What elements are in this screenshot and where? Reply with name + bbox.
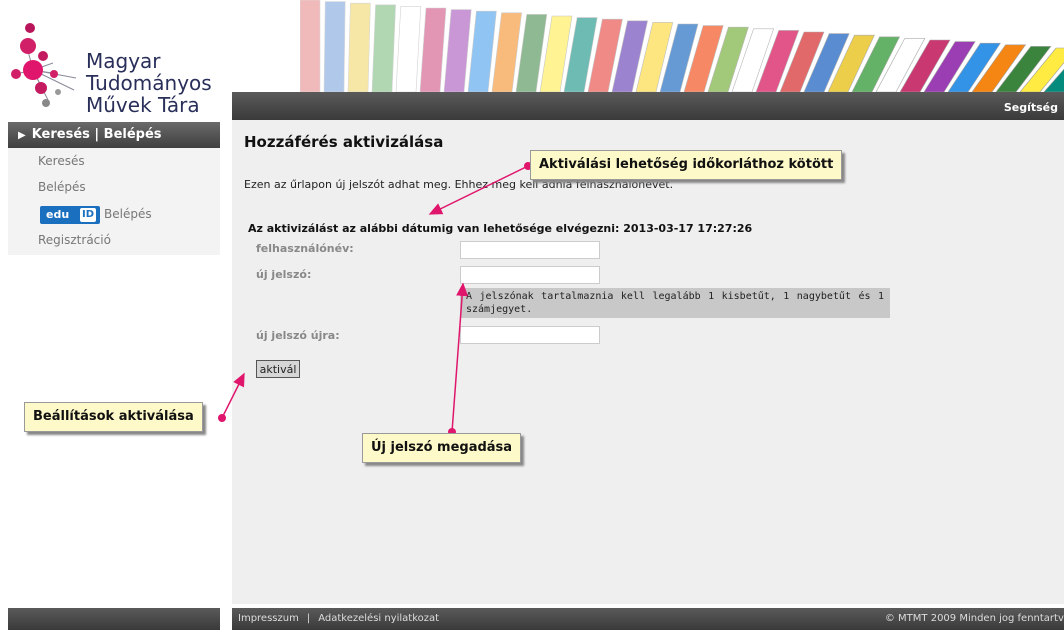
network-logo-icon — [11, 23, 77, 107]
eduid-badge-text: edu — [46, 208, 70, 221]
sidebar-menu: Keresés Belépés edu ID Belépés Regisztrá… — [8, 148, 220, 255]
page-title: Hozzáférés aktivizálása — [244, 133, 444, 151]
callout-time-limit: Aktiválási lehetőség időkorláthoz kötött — [530, 150, 843, 180]
footer: Impresszum | Adatkezelési nyilatkozat © MT… — [232, 608, 1064, 630]
username-input[interactable] — [460, 241, 600, 259]
new-password-label: új jelszó: — [256, 268, 312, 281]
footer-separator: | — [306, 613, 311, 624]
password-hint: A jelszónak tartalmaznia kell legalább 1… — [460, 288, 890, 318]
logo-title-line1: Magyar Tudományos — [86, 49, 212, 95]
footer-left-bar — [8, 608, 220, 630]
mtmt-logo[interactable]: Magyar Tudományos Művek Tára — [8, 18, 248, 116]
top-bar: Segítség — [232, 92, 1064, 120]
new-password-input[interactable] — [460, 266, 600, 284]
logo-title-line2: Művek Tára — [86, 93, 200, 117]
copyright-text: © MTMT 2009 Minden jog fenntartva — [884, 613, 1064, 624]
username-label: felhasználónév: — [256, 242, 354, 255]
main-content — [232, 120, 1064, 604]
activate-button[interactable]: aktivál — [256, 360, 300, 378]
callout-activate: Beállítások aktiválása — [24, 402, 203, 432]
triangle-right-icon: ▶ — [18, 130, 26, 141]
confirm-password-label: új jelszó újra: — [256, 329, 340, 342]
activation-deadline: Az aktivizálást az alábbi dátumig van le… — [248, 222, 753, 235]
confirm-password-input[interactable] — [460, 326, 600, 344]
logo-title: Magyar Tudományos Művek Tára — [86, 50, 248, 116]
eduid-logo: edu ID — [40, 206, 100, 224]
sidebar-section-title: Keresés | Belépés — [31, 127, 162, 142]
books-banner-image — [300, 0, 1064, 92]
sidebar-item-register[interactable]: Regisztráció — [38, 233, 111, 247]
impressum-link[interactable]: Impresszum — [238, 613, 299, 624]
sidebar-section-header[interactable]: ▶ Keresés | Belépés — [8, 122, 220, 148]
privacy-link[interactable]: Adatkezelési nyilatkozat — [318, 613, 439, 624]
help-link[interactable]: Segítség — [1004, 101, 1058, 114]
dot-activate — [218, 414, 226, 422]
eduid-badge-id: ID — [80, 208, 96, 222]
callout-new-password: Új jelszó megadása — [362, 433, 522, 463]
sidebar-item-eduid-label: Belépés — [104, 207, 152, 221]
sidebar-item-login[interactable]: Belépés — [38, 180, 86, 194]
sidebar-item-search[interactable]: Keresés — [38, 154, 85, 168]
